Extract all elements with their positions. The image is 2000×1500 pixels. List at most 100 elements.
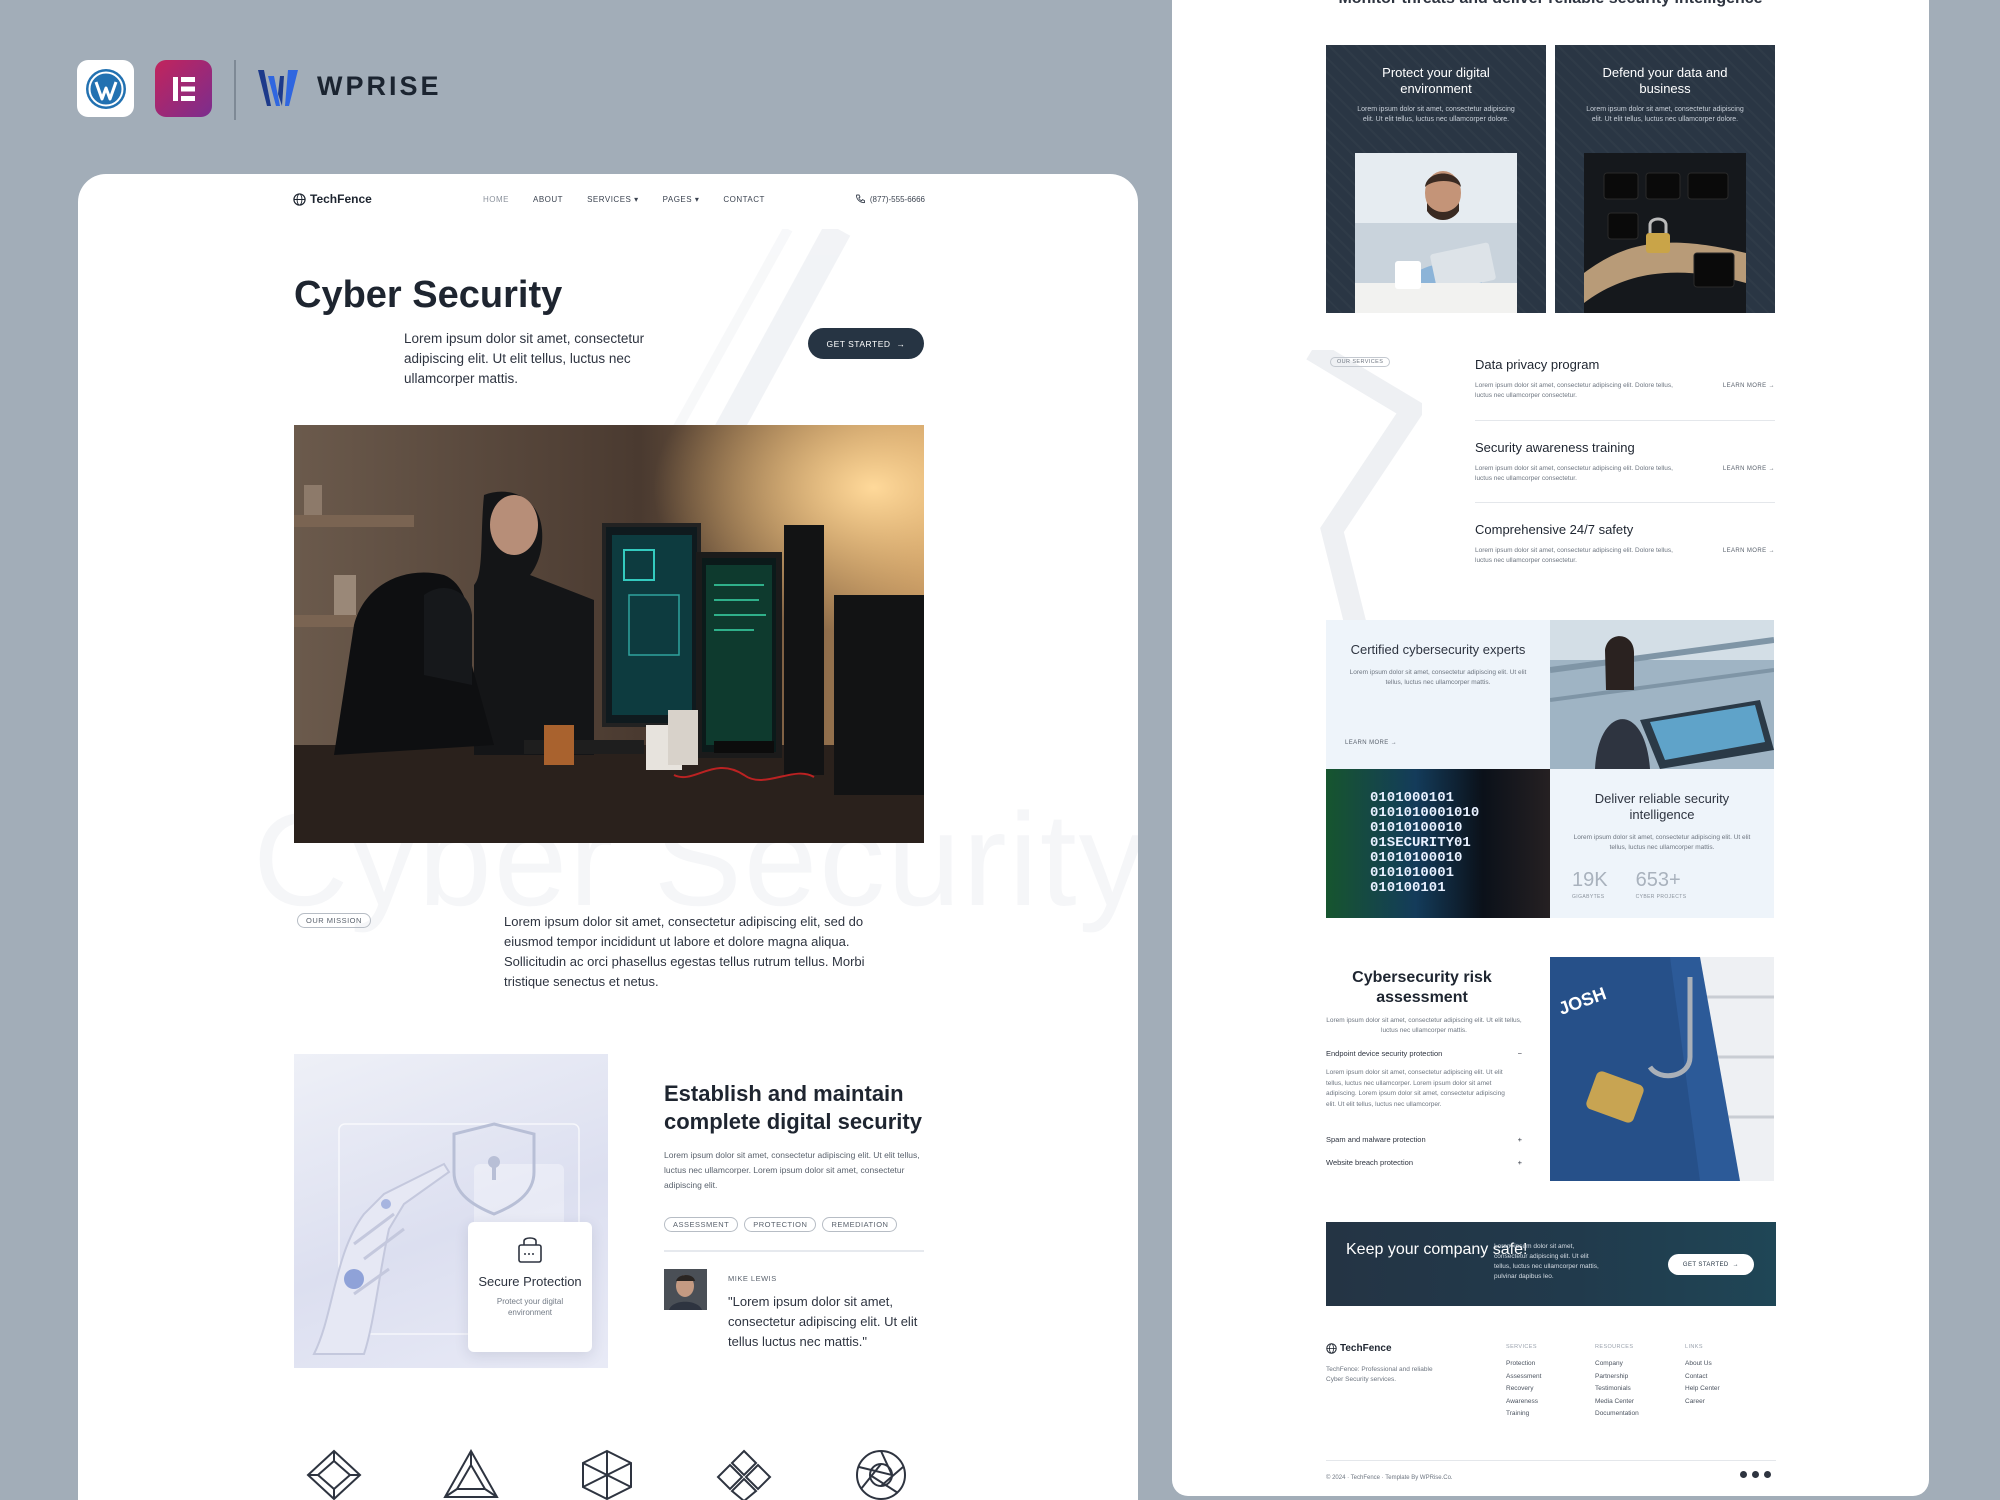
nav-phone[interactable]: (877)-555-6666 xyxy=(855,194,925,204)
secure-text: Protect your digital environment xyxy=(496,1297,564,1317)
facebook-icon[interactable] xyxy=(1740,1471,1747,1478)
footer-link[interactable]: Recovery xyxy=(1506,1383,1541,1396)
footer-link[interactable]: Awareness xyxy=(1506,1396,1541,1409)
nav-services[interactable]: SERVICES ▾ xyxy=(587,195,639,204)
nav-about[interactable]: ABOUT xyxy=(533,195,563,204)
get-started-label: GET STARTED xyxy=(826,338,891,349)
footer-link[interactable]: Training xyxy=(1506,1408,1541,1421)
tag-assessment[interactable]: ASSESSMENT xyxy=(664,1217,739,1232)
footer-link[interactable]: Media Center xyxy=(1595,1396,1639,1409)
learn-more-link[interactable]: LEARN MORE → xyxy=(1345,740,1397,746)
brand-name: TechFence xyxy=(310,192,372,206)
accordion-body: Lorem ipsum dolor sit amet, consectetur … xyxy=(1326,1069,1505,1108)
intelligence-text: Lorem ipsum dolor sit amet, consectetur … xyxy=(1573,834,1751,851)
accordion-item-website[interactable]: Website breach protection + xyxy=(1326,1158,1522,1167)
footer-link[interactable]: Documentation xyxy=(1595,1408,1639,1421)
youtube-icon[interactable] xyxy=(1764,1471,1771,1478)
service-item[interactable]: Security awareness training Lorem ipsum … xyxy=(1475,440,1775,484)
cta-get-started-button[interactable]: GET STARTED → xyxy=(1668,1254,1754,1275)
footer-link[interactable]: Protection xyxy=(1506,1358,1541,1371)
wprise-logo-icon xyxy=(258,70,298,106)
services-badge: OUR SERVICES xyxy=(1330,357,1391,367)
phone-number: (877)-555-6666 xyxy=(869,194,925,204)
arrow-right-icon: → xyxy=(1768,548,1775,554)
learn-more-link[interactable]: LEARN MORE → xyxy=(1723,548,1775,554)
learn-more-link[interactable]: LEARN MORE → xyxy=(1723,383,1775,389)
binary-line: 0101010001 xyxy=(1370,865,1455,881)
defend-card[interactable]: Defend your data and business Lorem ipsu… xyxy=(1555,45,1775,313)
cta-button-label: GET STARTED xyxy=(1682,1261,1729,1268)
tag-remediation[interactable]: REMEDIATION xyxy=(822,1217,898,1232)
learn-more-link[interactable]: LEARN MORE → xyxy=(1723,466,1775,472)
hero-title: Cyber Security xyxy=(294,274,563,316)
testimonial-quote: "Lorem ipsum dolor sit amet, consectetur… xyxy=(728,1294,918,1349)
footer-link[interactable]: Assessment xyxy=(1506,1371,1541,1384)
footer-description: TechFence: Professional and reliable Cyb… xyxy=(1326,1366,1433,1383)
risk-text: Lorem ipsum dolor sit amet, consectetur … xyxy=(1326,1017,1522,1034)
arrow-right-icon: → xyxy=(1390,740,1398,746)
footer-link[interactable]: Partnership xyxy=(1595,1371,1639,1384)
binary-text: 0101000101 0101010001010 01010100010 01S… xyxy=(1370,791,1479,896)
plus-icon[interactable]: + xyxy=(1518,1135,1522,1144)
phone-icon xyxy=(855,194,865,204)
service-text: Lorem ipsum dolor sit amet, consectetur … xyxy=(1475,547,1673,564)
twitter-icon[interactable] xyxy=(1752,1471,1759,1478)
nav-links: HOME ABOUT SERVICES ▾ PAGES ▾ CONTACT xyxy=(483,195,765,204)
nav-home[interactable]: HOME xyxy=(483,195,509,204)
footer-link[interactable]: Contact xyxy=(1685,1371,1720,1384)
globe-icon xyxy=(1326,1343,1337,1354)
footer-heading: RESOURCES xyxy=(1595,1344,1634,1350)
hero-text: Lorem ipsum dolor sit amet, consectetur … xyxy=(404,331,645,386)
minus-icon[interactable]: − xyxy=(1518,1049,1522,1058)
footer-link[interactable]: Company xyxy=(1595,1358,1639,1371)
tag-protection[interactable]: PROTECTION xyxy=(744,1217,817,1232)
decorative-chevron xyxy=(1306,350,1422,650)
footer-link[interactable]: Career xyxy=(1685,1396,1720,1409)
service-item[interactable]: Data privacy program Lorem ipsum dolor s… xyxy=(1475,357,1775,401)
accordion-label: Endpoint device security protection xyxy=(1326,1049,1443,1058)
get-started-button[interactable]: GET STARTED → xyxy=(808,328,924,359)
nav-contact[interactable]: CONTACT xyxy=(723,195,765,204)
nav-services-label: SERVICES xyxy=(587,194,632,204)
wprise-wordmark: WPRISE xyxy=(317,71,442,101)
footer-brand[interactable]: TechFence xyxy=(1326,1343,1392,1354)
aperture-logo-icon xyxy=(856,1450,906,1500)
card-title: Protect your digital environment xyxy=(1382,65,1490,96)
stat-label: CYBER PROJECTS xyxy=(1635,894,1687,900)
arrow-right-icon: → xyxy=(1768,466,1775,472)
diamond-logo-icon xyxy=(306,1449,362,1500)
footer-heading: LINKS xyxy=(1685,1344,1703,1350)
plus-icon[interactable]: + xyxy=(1518,1158,1522,1167)
card-title: Defend your data and business xyxy=(1602,65,1728,96)
binary-line: 010100101 xyxy=(1370,880,1446,896)
risk-title: Cybersecurity risk assessment xyxy=(1352,969,1492,1006)
nav-pages-label: PAGES xyxy=(662,194,693,204)
brand-logo[interactable]: TechFence xyxy=(293,192,372,206)
accordion-item-spam[interactable]: Spam and malware protection + xyxy=(1326,1135,1522,1144)
binary-line: 01SECURITY01 xyxy=(1370,835,1471,851)
service-text: Lorem ipsum dolor sit amet, consectetur … xyxy=(1475,382,1673,399)
service-title: Security awareness training xyxy=(1475,440,1635,455)
footer-copyright: © 2024 · TechFence · Template By WPRise.… xyxy=(1326,1475,1453,1481)
mission-badge: OUR MISSION xyxy=(297,913,371,928)
accordion-item-endpoint[interactable]: Endpoint device security protection − xyxy=(1326,1049,1522,1058)
binary-security-image: 0101000101 0101010001010 01010100010 01S… xyxy=(1326,769,1550,918)
expert-at-screen-image xyxy=(1550,620,1774,769)
footer-link[interactable]: Help Center xyxy=(1685,1383,1720,1396)
wordpress-logo xyxy=(77,60,134,117)
certified-experts-card: Certified cybersecurity experts Lorem ip… xyxy=(1326,620,1550,769)
keyboard-lock-image xyxy=(1584,153,1746,313)
social-links xyxy=(1740,1471,1771,1478)
elementor-logo xyxy=(155,60,212,117)
secure-title: Secure Protection xyxy=(478,1274,582,1289)
stat-label: GIGABYTES xyxy=(1572,894,1605,900)
binary-line: 0101010001010 xyxy=(1370,805,1480,821)
service-item[interactable]: Comprehensive 24/7 safety Lorem ipsum do… xyxy=(1475,522,1775,566)
footer-column-links: LINKS About Us Contact Help Center Caree… xyxy=(1685,1344,1720,1408)
footer-link[interactable]: Testimonials xyxy=(1595,1383,1639,1396)
nav-pages[interactable]: PAGES ▾ xyxy=(663,195,700,204)
footer-link[interactable]: About Us xyxy=(1685,1358,1720,1371)
protect-card[interactable]: Protect your digital environment Lorem i… xyxy=(1326,45,1546,313)
phishing-card-image: JOSH xyxy=(1550,957,1774,1181)
footer-brand-name: TechFence xyxy=(1340,1343,1392,1354)
